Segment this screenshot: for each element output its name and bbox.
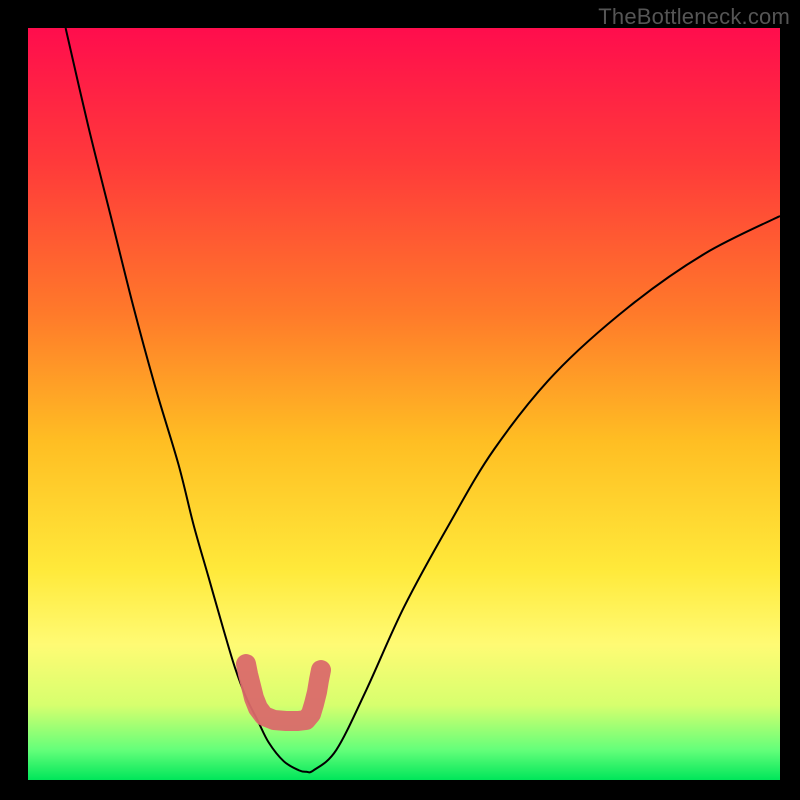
chart-svg xyxy=(28,28,780,780)
curve-bottleneck-curve xyxy=(66,28,780,772)
marker-valley xyxy=(246,664,321,721)
watermark-text: TheBottleneck.com xyxy=(598,4,790,30)
plot-area xyxy=(28,28,780,780)
chart-frame: TheBottleneck.com xyxy=(0,0,800,800)
